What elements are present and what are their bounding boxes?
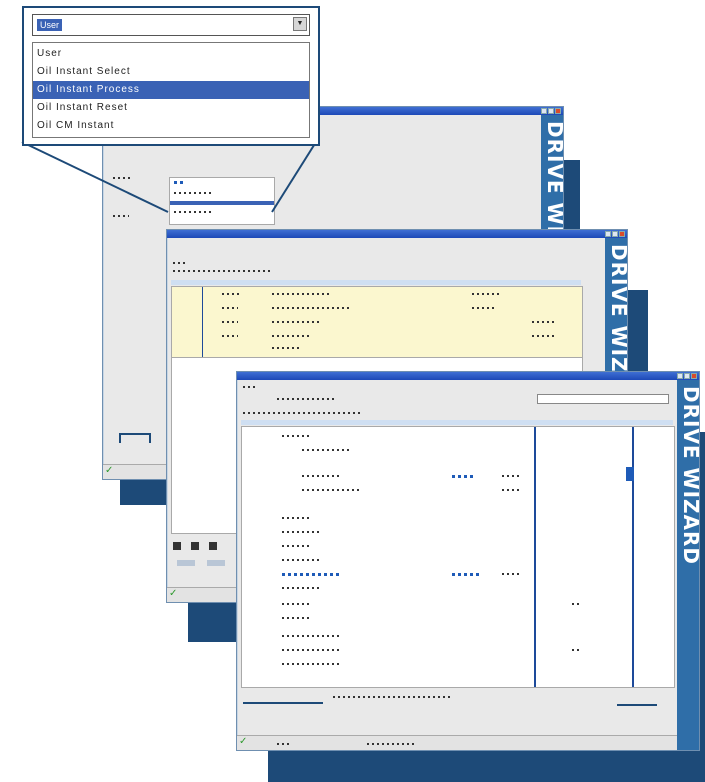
list-item[interactable]: Oil Instant Reset bbox=[33, 99, 309, 117]
zoom-callout: User ▼ User Oil Instant Select Oil Insta… bbox=[22, 6, 320, 146]
access-level-list[interactable]: User Oil Instant Select Oil Instant Proc… bbox=[32, 42, 310, 138]
list-item[interactable]: Oil Instant Select bbox=[33, 63, 309, 81]
chevron-down-icon[interactable]: ▼ bbox=[293, 17, 307, 31]
list-item-selected[interactable]: Oil Instant Process bbox=[33, 81, 309, 99]
list-item[interactable]: User bbox=[33, 45, 309, 63]
combo-value: User bbox=[37, 19, 63, 31]
access-level-combo[interactable]: User ▼ bbox=[32, 14, 310, 36]
list-item[interactable]: Oil CM Instant bbox=[33, 117, 309, 135]
